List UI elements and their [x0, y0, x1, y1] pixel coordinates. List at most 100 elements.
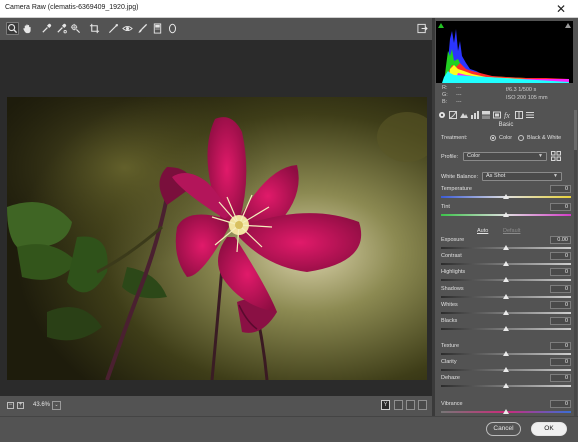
cancel-button[interactable]: Cancel	[486, 422, 521, 436]
blacks-thumb[interactable]	[503, 326, 509, 331]
white-balance-tool-icon[interactable]	[40, 22, 53, 35]
clarity-slider[interactable]: Clarity 0	[441, 358, 571, 375]
red-eye-tool-icon[interactable]	[121, 22, 134, 35]
default-button[interactable]: Default	[503, 228, 520, 234]
texture-value[interactable]: 0	[550, 342, 571, 350]
whites-label: Whites	[441, 302, 458, 308]
title-bar: Camera Raw (clematis-6369409_1920.jpg) ✕	[0, 0, 578, 18]
toggle-settings-button[interactable]	[418, 400, 427, 410]
presets-tab-icon[interactable]	[525, 110, 534, 119]
exposure-thumb[interactable]	[503, 245, 509, 250]
split-toning-tab-icon[interactable]	[481, 110, 490, 119]
zoom-tool-icon[interactable]	[6, 22, 19, 35]
b-value: ---	[456, 99, 462, 105]
shadows-slider[interactable]: Shadows 0	[441, 285, 571, 302]
open-image-icon[interactable]	[416, 22, 429, 35]
rgb-readout: R: --- G: --- B: --- f/6.3 1/500 s ISO 2…	[442, 85, 572, 109]
vibrance-label: Vibrance	[441, 401, 463, 407]
auto-button[interactable]: Auto	[477, 228, 488, 234]
texture-thumb[interactable]	[503, 351, 509, 356]
profile-browser-icon[interactable]	[551, 151, 561, 161]
exposure-slider[interactable]: Exposure 0.00	[441, 236, 571, 253]
scrollbar-thumb[interactable]	[574, 110, 577, 150]
tint-thumb[interactable]	[503, 212, 509, 217]
hsl-tab-icon[interactable]	[470, 110, 479, 119]
targeted-adjustment-tool-icon[interactable]	[69, 22, 82, 35]
photo-preview	[7, 97, 427, 380]
temperature-slider[interactable]: Temperature 0	[441, 185, 571, 202]
zoom-out-button[interactable]: −	[7, 402, 14, 409]
exposure-value[interactable]: 0.00	[550, 236, 571, 244]
vibrance-value[interactable]: 0	[550, 400, 571, 408]
whites-slider[interactable]: Whites 0	[441, 301, 571, 318]
chevron-down-icon: ▼	[553, 173, 558, 179]
profile-dropdown[interactable]: Color ▼	[463, 152, 547, 161]
temperature-value[interactable]: 0	[550, 185, 571, 193]
shadows-value[interactable]: 0	[550, 285, 571, 293]
radial-filter-icon[interactable]	[166, 22, 179, 35]
panel-tabs: fx	[436, 110, 577, 120]
highlights-thumb[interactable]	[503, 277, 509, 282]
clarity-value[interactable]: 0	[550, 358, 571, 366]
iso-focal: ISO 200 105 mm	[506, 95, 548, 101]
temperature-thumb[interactable]	[503, 194, 509, 199]
straighten-tool-icon[interactable]	[107, 22, 120, 35]
hand-tool-icon[interactable]	[21, 22, 34, 35]
shadow-clipping-warning-icon[interactable]	[438, 23, 444, 28]
graduated-filter-icon[interactable]	[151, 22, 164, 35]
profile-label: Profile:	[441, 154, 459, 160]
color-sampler-tool-icon[interactable]	[55, 22, 68, 35]
calibration-tab-icon[interactable]	[514, 110, 523, 119]
blacks-value[interactable]: 0	[550, 317, 571, 325]
b-label: B:	[442, 99, 448, 105]
treatment-bw-radio[interactable]	[518, 135, 524, 141]
contrast-slider[interactable]: Contrast 0	[441, 252, 571, 269]
panel-scrollbar[interactable]	[574, 110, 577, 416]
dehaze-thumb[interactable]	[503, 383, 509, 388]
blacks-slider[interactable]: Blacks 0	[441, 317, 571, 334]
r-value: ---	[456, 85, 462, 91]
contrast-value[interactable]: 0	[550, 252, 571, 260]
dialog-footer: Cancel OK	[0, 416, 578, 442]
highlights-value[interactable]: 0	[550, 268, 571, 276]
adjustment-brush-icon[interactable]	[136, 22, 149, 35]
clarity-thumb[interactable]	[503, 367, 509, 372]
highlights-slider[interactable]: Highlights 0	[441, 268, 571, 285]
shadows-thumb[interactable]	[503, 294, 509, 299]
crop-tool-icon[interactable]	[88, 22, 101, 35]
shadows-label: Shadows	[441, 286, 464, 292]
zoom-dropdown[interactable]: ⌄	[52, 401, 61, 410]
lens-corrections-tab-icon[interactable]	[492, 110, 501, 119]
chevron-down-icon: ▼	[538, 153, 543, 159]
vibrance-slider[interactable]: Vibrance 0	[441, 400, 571, 417]
whites-thumb[interactable]	[503, 310, 509, 315]
window-close-button[interactable]: ✕	[544, 0, 578, 18]
texture-slider[interactable]: Texture 0	[441, 342, 571, 359]
histogram	[436, 21, 573, 83]
status-bar: − + 43.6% ⌄ Y	[0, 396, 432, 416]
contrast-thumb[interactable]	[503, 261, 509, 266]
highlight-clipping-warning-icon[interactable]	[565, 23, 571, 28]
panel-title: Basic	[498, 122, 514, 128]
before-after-toggle-button[interactable]: Y	[381, 400, 390, 410]
tint-slider[interactable]: Tint 0	[441, 203, 571, 220]
tone-curve-tab-icon[interactable]	[448, 110, 457, 119]
detail-tab-icon[interactable]	[459, 110, 468, 119]
tint-value[interactable]: 0	[550, 203, 571, 211]
zoom-in-button[interactable]: +	[17, 402, 24, 409]
ok-button[interactable]: OK	[531, 422, 567, 436]
r-label: R:	[442, 85, 448, 91]
white-balance-dropdown[interactable]: As Shot ▼	[482, 172, 562, 181]
vibrance-thumb[interactable]	[503, 409, 509, 414]
basic-tab-icon[interactable]	[437, 110, 446, 119]
swap-settings-button[interactable]	[394, 400, 403, 410]
effects-tab-icon[interactable]: fx	[503, 110, 512, 119]
dehaze-value[interactable]: 0	[550, 374, 571, 382]
copy-settings-button[interactable]	[406, 400, 415, 410]
whites-value[interactable]: 0	[550, 301, 571, 309]
treatment-color-radio[interactable]	[490, 135, 496, 141]
contrast-label: Contrast	[441, 253, 462, 259]
dehaze-slider[interactable]: Dehaze 0	[441, 374, 571, 391]
image-canvas[interactable]	[0, 40, 432, 396]
treatment-color-label: Color	[499, 135, 513, 141]
